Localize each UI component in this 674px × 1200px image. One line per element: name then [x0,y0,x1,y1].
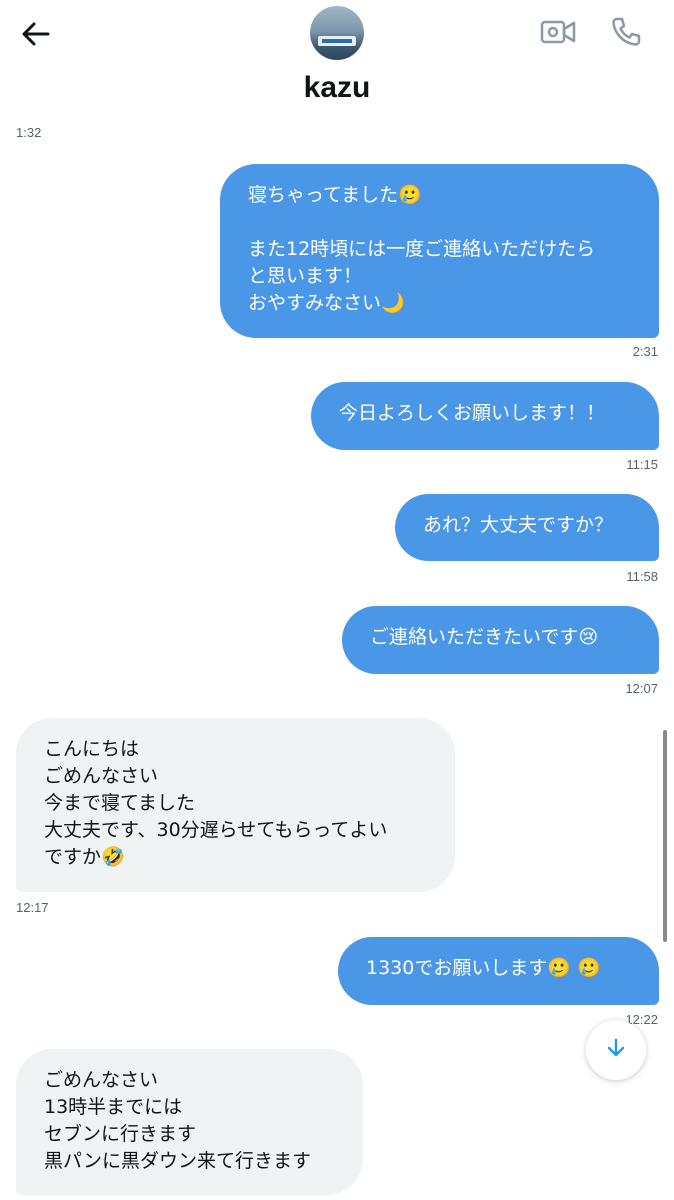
video-camera-icon [539,17,577,51]
avatar-boat-band [322,39,352,43]
message-timestamp: 1:32 [16,125,42,140]
incoming-message-bubble[interactable]: こんにちは ごめんなさい 今まで寝てました 大丈夫です、30分遅らせてもらってよ… [16,718,455,892]
outgoing-message-bubble[interactable]: 寝ちゃってました🥲 また12時頃には一度ご連絡いただけたら と思います！ おやす… [220,164,659,338]
scroll-to-bottom-button[interactable] [586,1020,646,1080]
contact-name[interactable]: kazu [0,68,674,108]
message-timestamp: 2:31 [632,344,658,359]
dm-conversation-screen: 1:32 寝ちゃってました🥲 また12時頃には一度ご連絡いただけたら と思います… [0,0,674,1200]
back-arrow-icon [20,18,52,54]
video-call-button[interactable] [536,12,580,56]
outgoing-message-bubble[interactable]: 今日よろしくお願いします！！ [311,382,659,450]
message-timestamp: 11:15 [626,457,658,472]
avatar[interactable] [310,6,364,60]
outgoing-message-bubble[interactable]: ご連絡いただきたいです😢 [342,606,659,674]
phone-icon [609,15,643,53]
back-button[interactable] [14,14,58,58]
voice-call-button[interactable] [604,12,648,56]
message-timestamp: 12:17 [16,900,49,915]
message-list[interactable]: 1:32 寝ちゃってました🥲 また12時頃には一度ご連絡いただけたら と思います… [0,0,674,1200]
arrow-down-icon [604,1036,628,1064]
message-timestamp: 11:58 [626,569,658,584]
incoming-message-bubble[interactable]: ごめんなさい 13時半までには セブンに行きます 黒パンに黒ダウン来て行きます [16,1049,363,1195]
conversation-header: kazu [0,0,674,122]
scrollbar-thumb[interactable] [663,730,667,942]
message-timestamp: 12:07 [625,681,658,696]
outgoing-message-bubble[interactable]: 1330でお願いします🥲 🥲 [338,937,659,1005]
outgoing-message-bubble[interactable]: あれ？大丈夫ですか？ [395,494,659,561]
